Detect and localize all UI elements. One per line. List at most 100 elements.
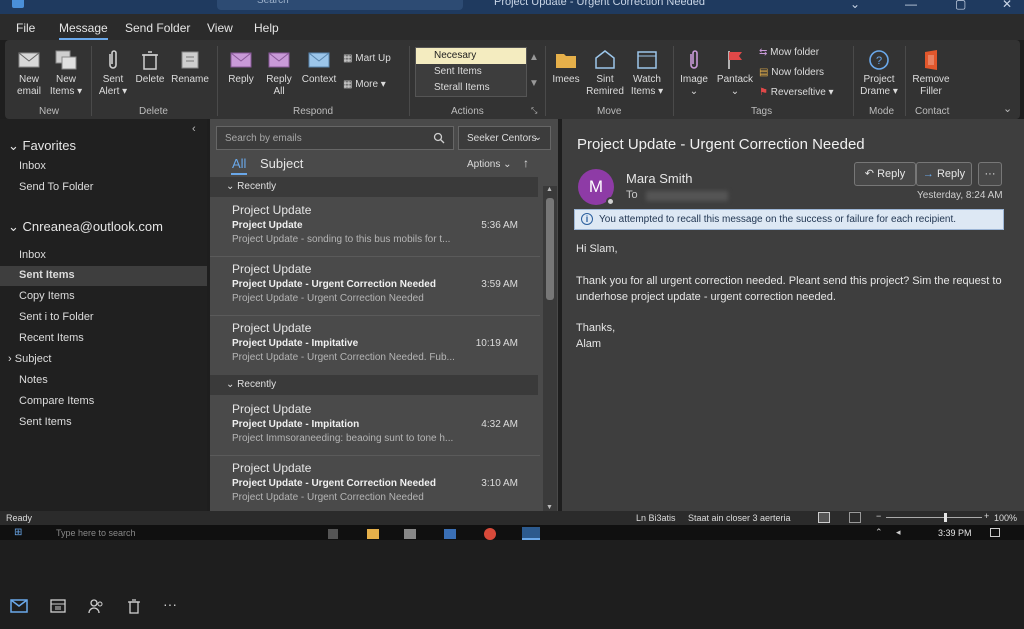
sidebar-item-fav-inbox[interactable]: Inbox — [0, 160, 207, 172]
search-scope-dropdown[interactable]: Seeker Centors ⌄ — [458, 126, 551, 150]
reply-button[interactable]: Reply — [225, 48, 257, 86]
people-icon[interactable] — [88, 598, 104, 614]
message-list-pane: Search by emails Seeker Centors ⌄ All Su… — [210, 119, 558, 511]
sidebar-item-subject[interactable]: › Subject — [0, 353, 207, 365]
context-button[interactable]: Context — [299, 48, 339, 86]
clock[interactable]: 3:39 PM — [938, 528, 972, 538]
mail-icon[interactable] — [10, 599, 28, 613]
group-header[interactable]: ⌄ Recently — [210, 375, 538, 395]
mow-folder-button[interactable]: ⇆ Mow folder — [759, 47, 819, 58]
list-item[interactable]: Project Update Project Update - Urgent C… — [210, 457, 540, 511]
menu-file[interactable]: File — [16, 21, 35, 35]
new-email-button[interactable]: New email — [13, 48, 45, 98]
network-icon[interactable]: ⌃ — [875, 527, 883, 538]
sidebar-item-recent-items[interactable]: Recent Items — [0, 332, 207, 344]
search-icon[interactable] — [433, 132, 445, 144]
quick-steps-scroll-up-icon[interactable]: ▲ — [529, 52, 539, 63]
title-search-box[interactable]: Search — [217, 0, 463, 10]
menu-message[interactable]: Message — [59, 21, 108, 40]
list-item[interactable]: Project Update Project Update Project Up… — [210, 199, 540, 257]
maximize-icon[interactable]: ▢ — [955, 0, 966, 11]
file-explorer-icon[interactable] — [367, 529, 379, 539]
more-button[interactable]: ▦ More ▾ — [343, 79, 386, 90]
pantack-button[interactable]: Pantack ⌄ — [713, 48, 757, 98]
collapse-pane-icon[interactable]: ‹ — [192, 123, 196, 135]
reply-all-button[interactable]: Reply All — [263, 48, 295, 98]
menu-view[interactable]: View — [207, 21, 233, 35]
chevron-down-icon: ⌄ — [226, 181, 235, 192]
collapse-ribbon-icon[interactable]: ⌄ — [1003, 102, 1012, 115]
trash-icon[interactable] — [127, 598, 141, 614]
quick-step-item[interactable]: Necesary — [416, 48, 526, 64]
sidebar-item-sent-to-folder[interactable]: Sent i to Folder — [0, 311, 207, 323]
sender-name[interactable]: Mara Smith — [626, 171, 692, 186]
search-input[interactable]: Search by emails — [216, 126, 454, 150]
sent-alert-button[interactable]: Sent Alert ▾ — [97, 48, 129, 98]
delete-button[interactable]: Delete — [133, 48, 167, 86]
image-button[interactable]: Image ⌄ — [677, 48, 711, 98]
outlook-taskbar-icon[interactable] — [522, 527, 540, 540]
menu-send-folder[interactable]: Send Folder — [125, 21, 190, 35]
menu-help[interactable]: Help — [254, 21, 279, 35]
tab-all[interactable]: All — [232, 156, 246, 171]
scrollbar-thumb[interactable] — [546, 198, 554, 300]
sidebar-item-sent-items[interactable]: Sent Items — [0, 266, 207, 286]
notifications-icon[interactable] — [990, 528, 1000, 537]
new-items-button[interactable]: New Items ▾ — [49, 48, 83, 98]
list-item[interactable]: Project Update Project Update - Impitati… — [210, 398, 540, 456]
close-icon[interactable]: ✕ — [1002, 0, 1012, 11]
group-header[interactable]: ⌄ Recently — [210, 177, 538, 197]
quick-steps-list[interactable]: Necesary Sent Items Sterall Items — [415, 47, 527, 97]
account-header[interactable]: ⌄ Cnreanea@outlook.com — [0, 219, 207, 235]
actions-launcher-icon[interactable]: ⤡ — [531, 106, 537, 116]
sort-arrow-up-icon[interactable]: ↑ — [523, 156, 529, 170]
reversetive-button[interactable]: ⚑ Reverseſtive ▾ — [759, 87, 834, 98]
taskbar-search-input[interactable]: Type here to search — [56, 528, 136, 538]
scroll-up-icon[interactable]: ▲ — [546, 186, 553, 193]
now-folders-button[interactable]: ▤ Now folders — [759, 67, 824, 78]
quick-step-item[interactable]: Sent Items — [416, 64, 526, 80]
normal-view-icon[interactable] — [818, 512, 830, 523]
mail-app-icon[interactable] — [444, 529, 456, 539]
favorites-header[interactable]: ⌄ Favorites — [0, 138, 207, 154]
watch-items-button[interactable]: Watch Items ▾ — [627, 48, 667, 98]
more-apps-icon[interactable]: ··· — [163, 596, 177, 612]
zoom-in-icon[interactable]: + — [984, 511, 989, 521]
calendar-icon[interactable] — [50, 599, 66, 613]
scroll-down-icon[interactable]: ▼ — [546, 504, 553, 511]
windows-start-icon[interactable]: ⊞ — [14, 527, 22, 538]
sidebar-item-send-to-folder[interactable]: Send To Folder — [0, 181, 207, 193]
quick-step-item[interactable]: Sterall Items — [416, 80, 526, 96]
quick-steps-expand-icon[interactable]: ▼ — [529, 78, 539, 89]
more-actions-button[interactable]: ··· — [978, 162, 1002, 186]
mart-up-button[interactable]: ▦ Mart Up — [343, 53, 391, 64]
sint-remired-button[interactable]: Sint Remired — [585, 48, 625, 98]
remove-filler-button[interactable]: Remove Filler — [909, 48, 953, 98]
volume-icon[interactable]: ◂ — [896, 527, 901, 538]
message-list-scrollbar[interactable]: ▲ ▼ — [543, 186, 557, 511]
minimize-icon[interactable]: — — [905, 0, 917, 11]
zoom-slider[interactable] — [886, 513, 982, 522]
zoom-out-icon[interactable]: − — [876, 511, 881, 521]
zoom-slider-thumb[interactable] — [944, 513, 948, 522]
reading-view-icon[interactable] — [849, 512, 861, 523]
sidebar-item-notes[interactable]: Notes — [0, 374, 207, 386]
ribbon-toggle-icon[interactable]: ⌄ — [850, 0, 860, 11]
reply-button[interactable]: ↶ Reply — [854, 162, 916, 186]
list-item[interactable]: Project Update Project Update - Impitati… — [210, 317, 540, 375]
imees-button[interactable]: Imees — [549, 48, 583, 86]
sidebar-item-compare-items[interactable]: Compare Items — [0, 395, 207, 407]
rename-button[interactable]: Rename — [171, 48, 209, 86]
sidebar-item-sent-items-2[interactable]: Sent Items — [0, 416, 207, 428]
list-item[interactable]: Project Update Project Update - Urgent C… — [210, 258, 540, 316]
task-view-icon[interactable] — [328, 529, 338, 539]
reply-all-envelope-icon — [268, 52, 290, 68]
options-dropdown[interactable]: Aptions ⌄ — [467, 159, 512, 170]
tab-subject[interactable]: Subject — [260, 156, 303, 171]
sidebar-item-copy-items[interactable]: Copy Items — [0, 290, 207, 302]
sidebar-item-inbox[interactable]: Inbox — [0, 249, 207, 261]
store-icon[interactable] — [404, 529, 416, 539]
chrome-icon[interactable] — [484, 528, 496, 540]
project-drame-button[interactable]: ? Project Drame ▾ — [857, 48, 901, 98]
forward-reply-button[interactable]: → Reply — [916, 162, 972, 186]
